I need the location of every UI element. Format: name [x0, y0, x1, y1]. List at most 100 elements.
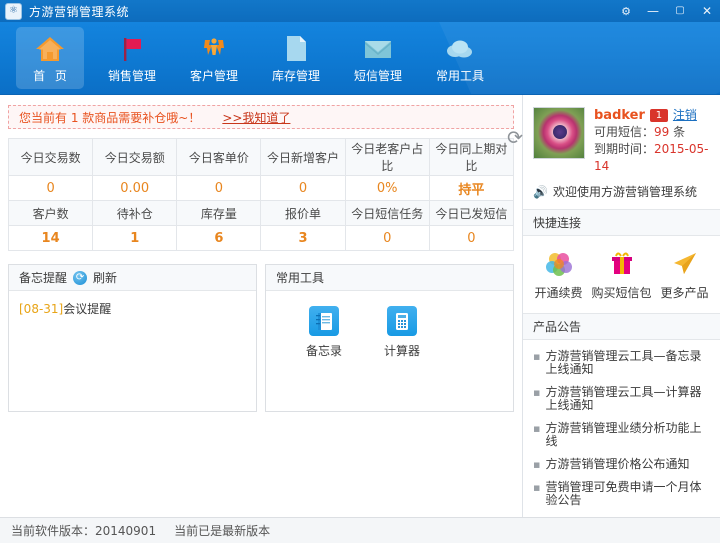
nav-item-inventory[interactable]: 库存管理 — [262, 27, 330, 89]
stats-header-cell: 今日老客户占比 — [344, 138, 430, 176]
settings-gear-icon[interactable]: ⚙ — [619, 6, 633, 17]
notice-text: 方游营销管理云工具—备忘录上线通知 — [545, 349, 702, 376]
quick-link-label: 购买短信包 — [591, 286, 652, 300]
stats-value-cell: 1 — [92, 225, 178, 251]
table-row: 0 0.00 0 0 0% 持平 — [7, 175, 515, 201]
nav-label-customers: 客户管理 — [189, 69, 238, 83]
nav-item-tools[interactable]: 常用工具 — [426, 27, 494, 89]
tool-calculator[interactable]: 计算器 — [376, 306, 428, 359]
list-item[interactable]: ▪ 方游营销管理云工具—备忘录上线通知 — [533, 350, 712, 376]
tools-panel-body: 备忘录 计算器 — [266, 291, 513, 411]
list-item[interactable]: ▪ 方游营销管理价格公布通知 — [533, 457, 712, 472]
restock-alert: 您当前有 1 款商品需要补仓哦~！ >>我知道了 — [8, 105, 514, 129]
quick-links: 开通续费 购买短信包 更多产品 — [523, 236, 720, 314]
document-icon — [283, 33, 309, 65]
stats-header-cell: 今日短信任务 — [344, 200, 430, 226]
stats-value-cell: 0 — [344, 225, 430, 251]
stats-value-cell: 0 — [176, 175, 262, 201]
home-icon — [35, 33, 65, 65]
user-profile: badker 1 注销 可用短信：99 条 到期时间：2015-05-14 — [523, 95, 720, 181]
status-bar: 当前软件版本：20140901 当前已是最新版本 — [0, 517, 720, 543]
refresh-circle-icon[interactable]: ⟳ — [504, 128, 526, 150]
list-item[interactable]: ▪ 营销管理可免费申请一个月体验公告 — [533, 481, 712, 507]
stats-value-cell: 14 — [7, 225, 94, 251]
maximize-button[interactable]: ▢ — [673, 6, 687, 16]
list-item[interactable]: [08-31]会议提醒 — [19, 300, 246, 317]
stats-value-cell: 持平 — [428, 175, 515, 201]
tool-memo[interactable]: 备忘录 — [298, 306, 350, 359]
sms-balance-unit: 条 — [669, 125, 686, 139]
stats-header-cell: 今日同上期对比 — [428, 138, 515, 176]
gift-icon — [607, 248, 637, 280]
user-info: badker 1 注销 可用短信：99 条 到期时间：2015-05-14 — [594, 107, 710, 175]
memo-panel-header: 备忘提醒 ⟳ 刷新 — [9, 265, 256, 291]
update-status-text: 当前已是最新版本 — [174, 524, 271, 538]
logout-link[interactable]: 注销 — [673, 107, 697, 124]
stats-table: 今日交易数 今日交易额 今日客单价 今日新增客户 今日老客户占比 今日同上期对比… — [7, 138, 515, 251]
quick-link-buy-sms[interactable]: 购买短信包 — [591, 248, 653, 301]
version-text: 当前软件版本：20140901 — [11, 524, 157, 538]
envelope-icon — [363, 33, 393, 65]
users-icon — [200, 33, 228, 65]
lower-panels: 备忘提醒 ⟳ 刷新 [08-31]会议提醒 常用工具 备忘录 计算器 — [8, 264, 514, 412]
sms-balance-label: 可用短信： — [594, 125, 655, 139]
quick-link-label: 开通续费 — [534, 286, 583, 300]
nav-item-customers[interactable]: 客户管理 — [180, 27, 248, 89]
table-row: 14 1 6 3 0 0 — [7, 225, 515, 251]
quick-links-title: 快捷连接 — [523, 210, 720, 236]
stats-header-cell: 今日新增客户 — [260, 138, 346, 176]
table-row: 客户数 待补仓 库存量 报价单 今日短信任务 今日已发短信 — [7, 200, 515, 226]
minimize-button[interactable]: — — [646, 5, 660, 17]
stats-value-cell: 3 — [260, 225, 346, 251]
stats-header-cell: 客户数 — [7, 200, 94, 226]
stats-header-cell: 今日交易数 — [7, 138, 94, 176]
tool-label: 备忘录 — [305, 344, 342, 358]
stats-header-cell: 今日已发短信 — [428, 200, 515, 226]
stats-header-cell: 库存量 — [176, 200, 262, 226]
quick-link-label: 更多产品 — [660, 286, 709, 300]
notice-text: 方游营销管理价格公布通知 — [545, 457, 690, 471]
app-logo-icon: ⚛ — [5, 2, 22, 20]
user-name: badker — [594, 108, 645, 123]
notice-text: 营销管理可免费申请一个月体验公告 — [545, 480, 702, 507]
notices-list: ▪ 方游营销管理云工具—备忘录上线通知 ▪ 方游营销管理云工具—计算器上线通知 … — [523, 340, 720, 507]
window-title: 方游营销管理系统 — [29, 4, 130, 19]
welcome-text: 欢迎使用方游营销管理系统 — [552, 185, 697, 199]
bullet-icon: ▪ — [533, 350, 541, 363]
alert-dismiss-link[interactable]: >>我知道了 — [222, 109, 290, 126]
tool-label: 计算器 — [383, 344, 420, 358]
nav-item-sales[interactable]: 销售管理 — [98, 27, 166, 89]
notice-text: 方游营销管理云工具—计算器上线通知 — [545, 385, 702, 412]
nav-label-home: 首 页 — [33, 69, 70, 83]
quick-link-renew[interactable]: 开通续费 — [528, 248, 590, 301]
cloud-icon — [444, 33, 476, 65]
stats-header-cell: 报价单 — [260, 200, 346, 226]
close-button[interactable]: ✕ — [700, 5, 714, 17]
list-item[interactable]: ▪ 方游营销管理业绩分析功能上线 — [533, 422, 712, 448]
memo-text: 会议提醒 — [63, 302, 112, 316]
memo-panel-body: [08-31]会议提醒 — [9, 291, 256, 411]
stats-header-cell: 今日交易额 — [92, 138, 178, 176]
bullet-icon: ▪ — [533, 386, 541, 399]
sms-balance-row: 可用短信：99 条 — [594, 124, 710, 141]
flag-icon — [118, 33, 146, 65]
stats-value-cell: 0.00 — [92, 175, 178, 201]
window-controls: ⚙ — ▢ ✕ — [619, 0, 714, 22]
stats-value-cell: 0 — [260, 175, 346, 201]
sms-balance-value: 99 — [654, 125, 670, 139]
nav-item-sms[interactable]: 短信管理 — [344, 27, 412, 89]
memo-refresh-label[interactable]: 刷新 — [93, 269, 117, 286]
welcome-banner: 🔊 欢迎使用方游营销管理系统 — [523, 181, 720, 210]
list-item[interactable]: ▪ 方游营销管理云工具—计算器上线通知 — [533, 386, 712, 412]
nav-label-tools: 常用工具 — [435, 69, 484, 83]
calculator-icon — [387, 306, 417, 336]
quick-link-more-products[interactable]: 更多产品 — [654, 248, 716, 301]
nav-label-inventory: 库存管理 — [271, 69, 320, 83]
notices-title: 产品公告 — [523, 314, 720, 340]
stats-table-wrapper: ⟳ 今日交易数 今日交易额 今日客单价 今日新增客户 今日老客户占比 今日同上期… — [7, 128, 523, 251]
stats-value-cell: 0 — [7, 175, 94, 201]
refresh-icon[interactable]: ⟳ — [73, 270, 88, 285]
megaphone-icon: 🔊 — [533, 184, 548, 199]
nav-item-home[interactable]: 首 页 — [16, 27, 84, 89]
memo-date: [08-31] — [19, 302, 64, 316]
